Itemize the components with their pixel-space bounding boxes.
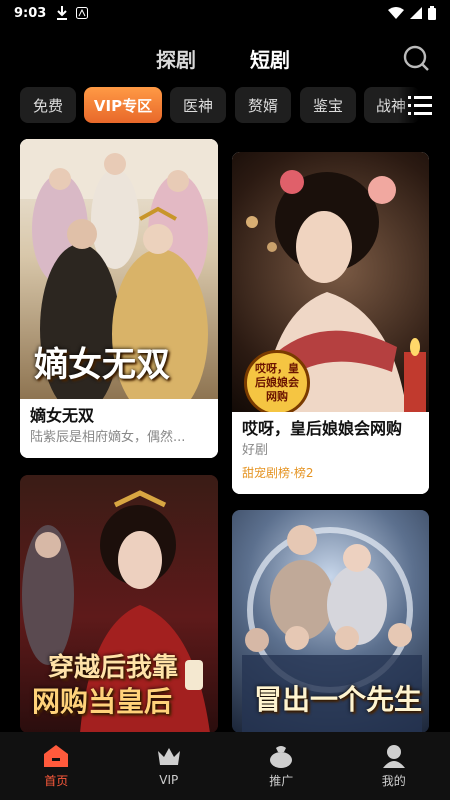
menu-icon[interactable] [408,96,432,116]
card-description: 好剧 [242,443,269,458]
search-icon[interactable] [402,44,430,72]
card-description: 陆紫辰是相府嫡女，偶然... [30,430,186,445]
bag-icon [270,745,293,768]
tab-short-drama[interactable]: 短剧 [250,44,290,73]
nav-home[interactable]: 首页 [0,732,113,800]
poster-title-line1: 穿越后我靠 [48,653,179,683]
app-notification-icon [76,7,89,19]
drama-card[interactable]: 冒出一个先生 [232,510,429,733]
chip-free[interactable]: 免费 [20,87,76,123]
drama-card[interactable]: 嫡女无双 嫡女无双 陆紫辰是相府嫡女，偶然... [20,139,218,458]
download-icon [57,6,68,20]
poster-title-line2: 网购当皇后 [32,685,173,718]
poster-stamp: 哎呀，皇后娘娘会网购 [244,350,310,412]
chip-doctor[interactable]: 医神 [170,87,226,123]
nav-vip-label: VIP [159,773,179,787]
chip-vip-zone[interactable]: VIP专区 [84,87,162,123]
crown-icon [157,748,180,765]
card-info: 嫡女无双 陆紫辰是相府嫡女，偶然... [20,399,218,458]
top-tabs: 探剧 短剧 [0,44,450,78]
drama-card[interactable]: 哎呀，皇后娘娘会网购 哎呀，皇后娘娘会网购 好剧 甜宠剧榜·榜2 [232,152,429,494]
poster-image: 冒出一个先生 [232,510,429,733]
drama-card[interactable]: 穿越后我靠 网购当皇后 [20,475,218,733]
rank-badge: 甜宠剧榜·榜2 [242,466,314,480]
chip-son-in-law[interactable]: 赘婿 [235,87,291,123]
bottom-navigation: 首页 VIP 推广 我的 [0,732,450,800]
user-icon [382,744,405,768]
nav-promotion[interactable]: 推广 [225,732,338,800]
nav-promotion-label: 推广 [269,773,294,788]
poster-title-text: 嫡女无双 [34,345,170,385]
nav-home-label: 首页 [44,773,69,788]
status-bar: 9:03 [0,0,450,26]
poster-image: 穿越后我靠 网购当皇后 [20,475,218,733]
wifi-icon [388,7,404,19]
chip-appraisal[interactable]: 鉴宝 [300,87,356,123]
nav-mine[interactable]: 我的 [338,732,450,800]
nav-mine-label: 我的 [381,773,406,788]
tab-explore[interactable]: 探剧 [156,44,196,73]
battery-icon [428,6,436,20]
poster-image: 嫡女无双 [20,139,218,399]
card-info: 哎呀，皇后娘娘会网购 好剧 甜宠剧榜·榜2 [232,412,429,494]
card-title: 嫡女无双 [30,406,95,425]
poster-title-text: 冒出一个先生 [254,683,423,716]
home-icon [44,744,69,767]
card-title: 哎呀，皇后娘娘会网购 [242,419,403,438]
category-chips: 免费 VIP专区 医神 赘婿 鉴宝 战神 [0,87,450,125]
status-time: 9:03 [14,5,47,21]
signal-icon [410,7,422,19]
nav-vip[interactable]: VIP [113,732,226,800]
poster-image: 哎呀，皇后娘娘会网购 [232,152,429,412]
